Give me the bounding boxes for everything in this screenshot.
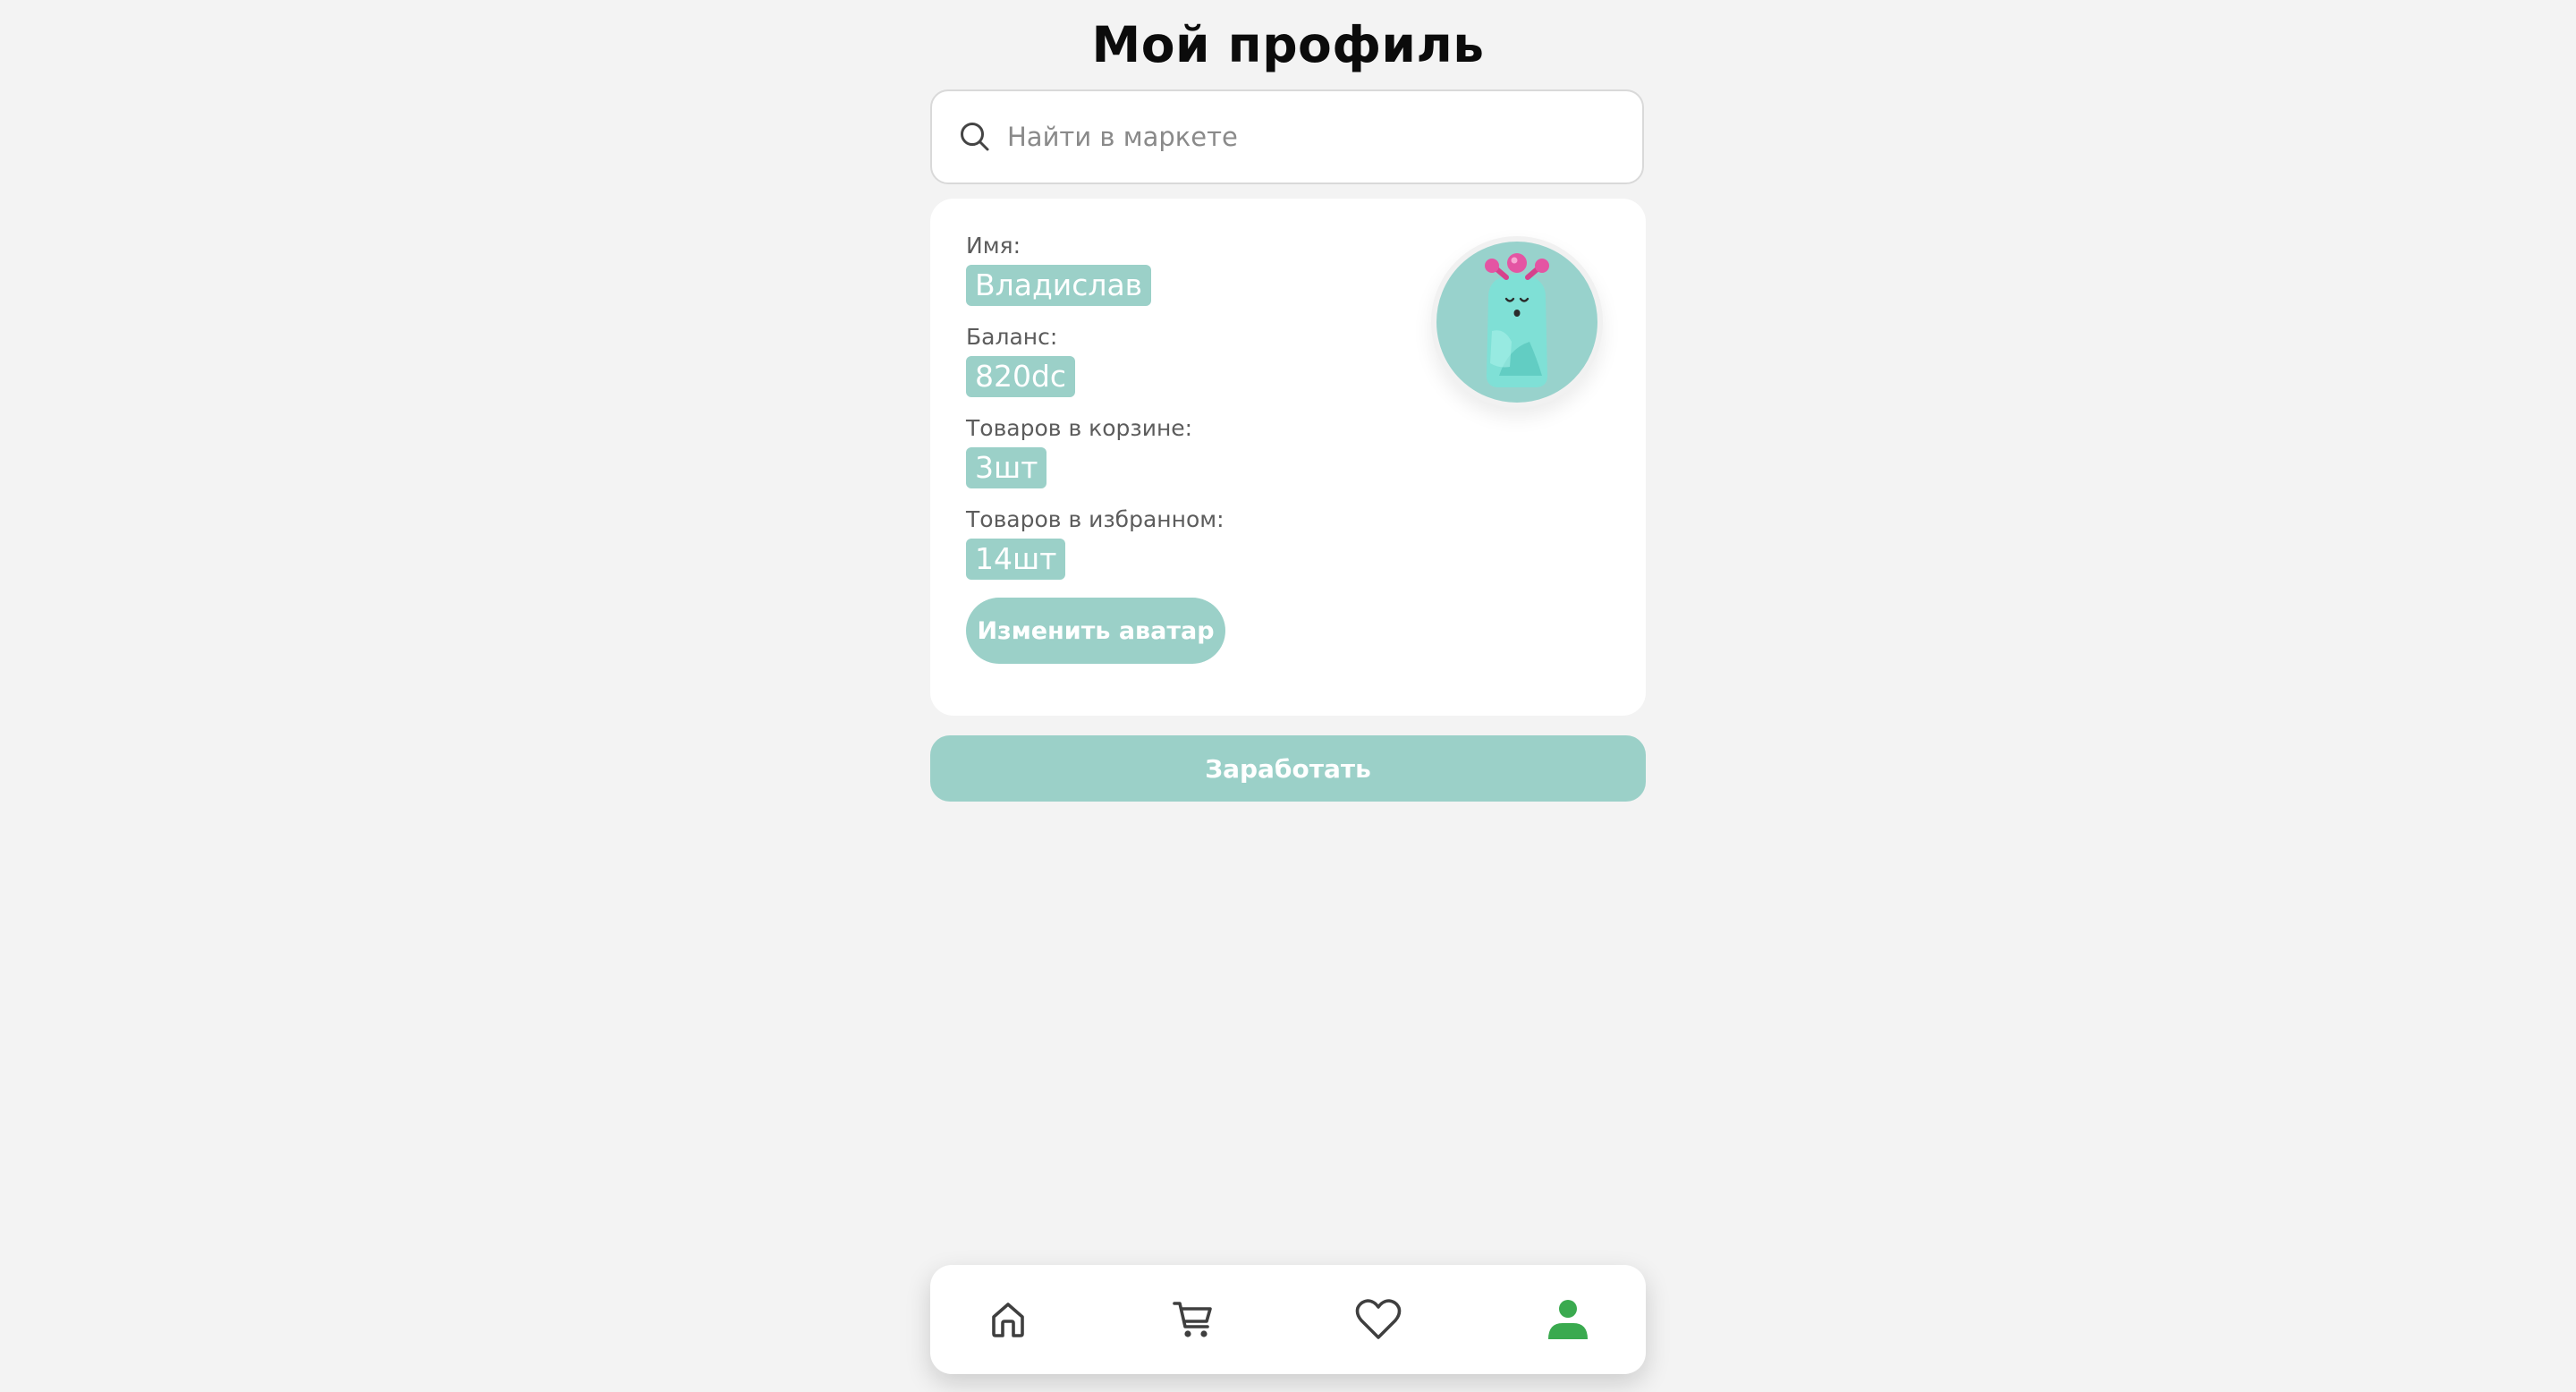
favorites-count-value: 14шт bbox=[966, 539, 1066, 580]
name-value: Владислав bbox=[966, 265, 1152, 306]
search-bar[interactable] bbox=[930, 89, 1644, 184]
avatar bbox=[1431, 236, 1603, 408]
balance-label: Баланс: bbox=[966, 324, 1058, 350]
favorites-count-label: Товаров в избранном: bbox=[966, 506, 1224, 532]
search-icon bbox=[957, 119, 993, 155]
change-avatar-button[interactable]: Изменить аватар bbox=[966, 598, 1225, 664]
page-title: Мой профиль bbox=[1091, 16, 1485, 73]
nav-item-cart[interactable] bbox=[1140, 1265, 1247, 1374]
nav-item-favorites[interactable] bbox=[1325, 1265, 1432, 1374]
avatar-character-icon bbox=[1485, 253, 1549, 387]
profile-card: Имя: Владислав Баланс: 820dc Товаров в к… bbox=[930, 199, 1646, 716]
cart-icon bbox=[1173, 1302, 1212, 1337]
home-icon bbox=[992, 1303, 1024, 1337]
bottom-nav bbox=[930, 1265, 1646, 1374]
name-label: Имя: bbox=[966, 233, 1021, 259]
nav-item-home[interactable] bbox=[954, 1265, 1062, 1374]
heart-icon bbox=[1355, 1299, 1402, 1339]
user-icon bbox=[1548, 1300, 1588, 1339]
cart-count-label: Товаров в корзине: bbox=[966, 415, 1193, 441]
balance-value: 820dc bbox=[966, 356, 1076, 397]
earn-button[interactable]: Заработать bbox=[930, 735, 1646, 802]
search-input[interactable] bbox=[1005, 121, 1617, 153]
nav-item-profile[interactable] bbox=[1514, 1265, 1622, 1374]
cart-count-value: 3шт bbox=[966, 447, 1047, 488]
